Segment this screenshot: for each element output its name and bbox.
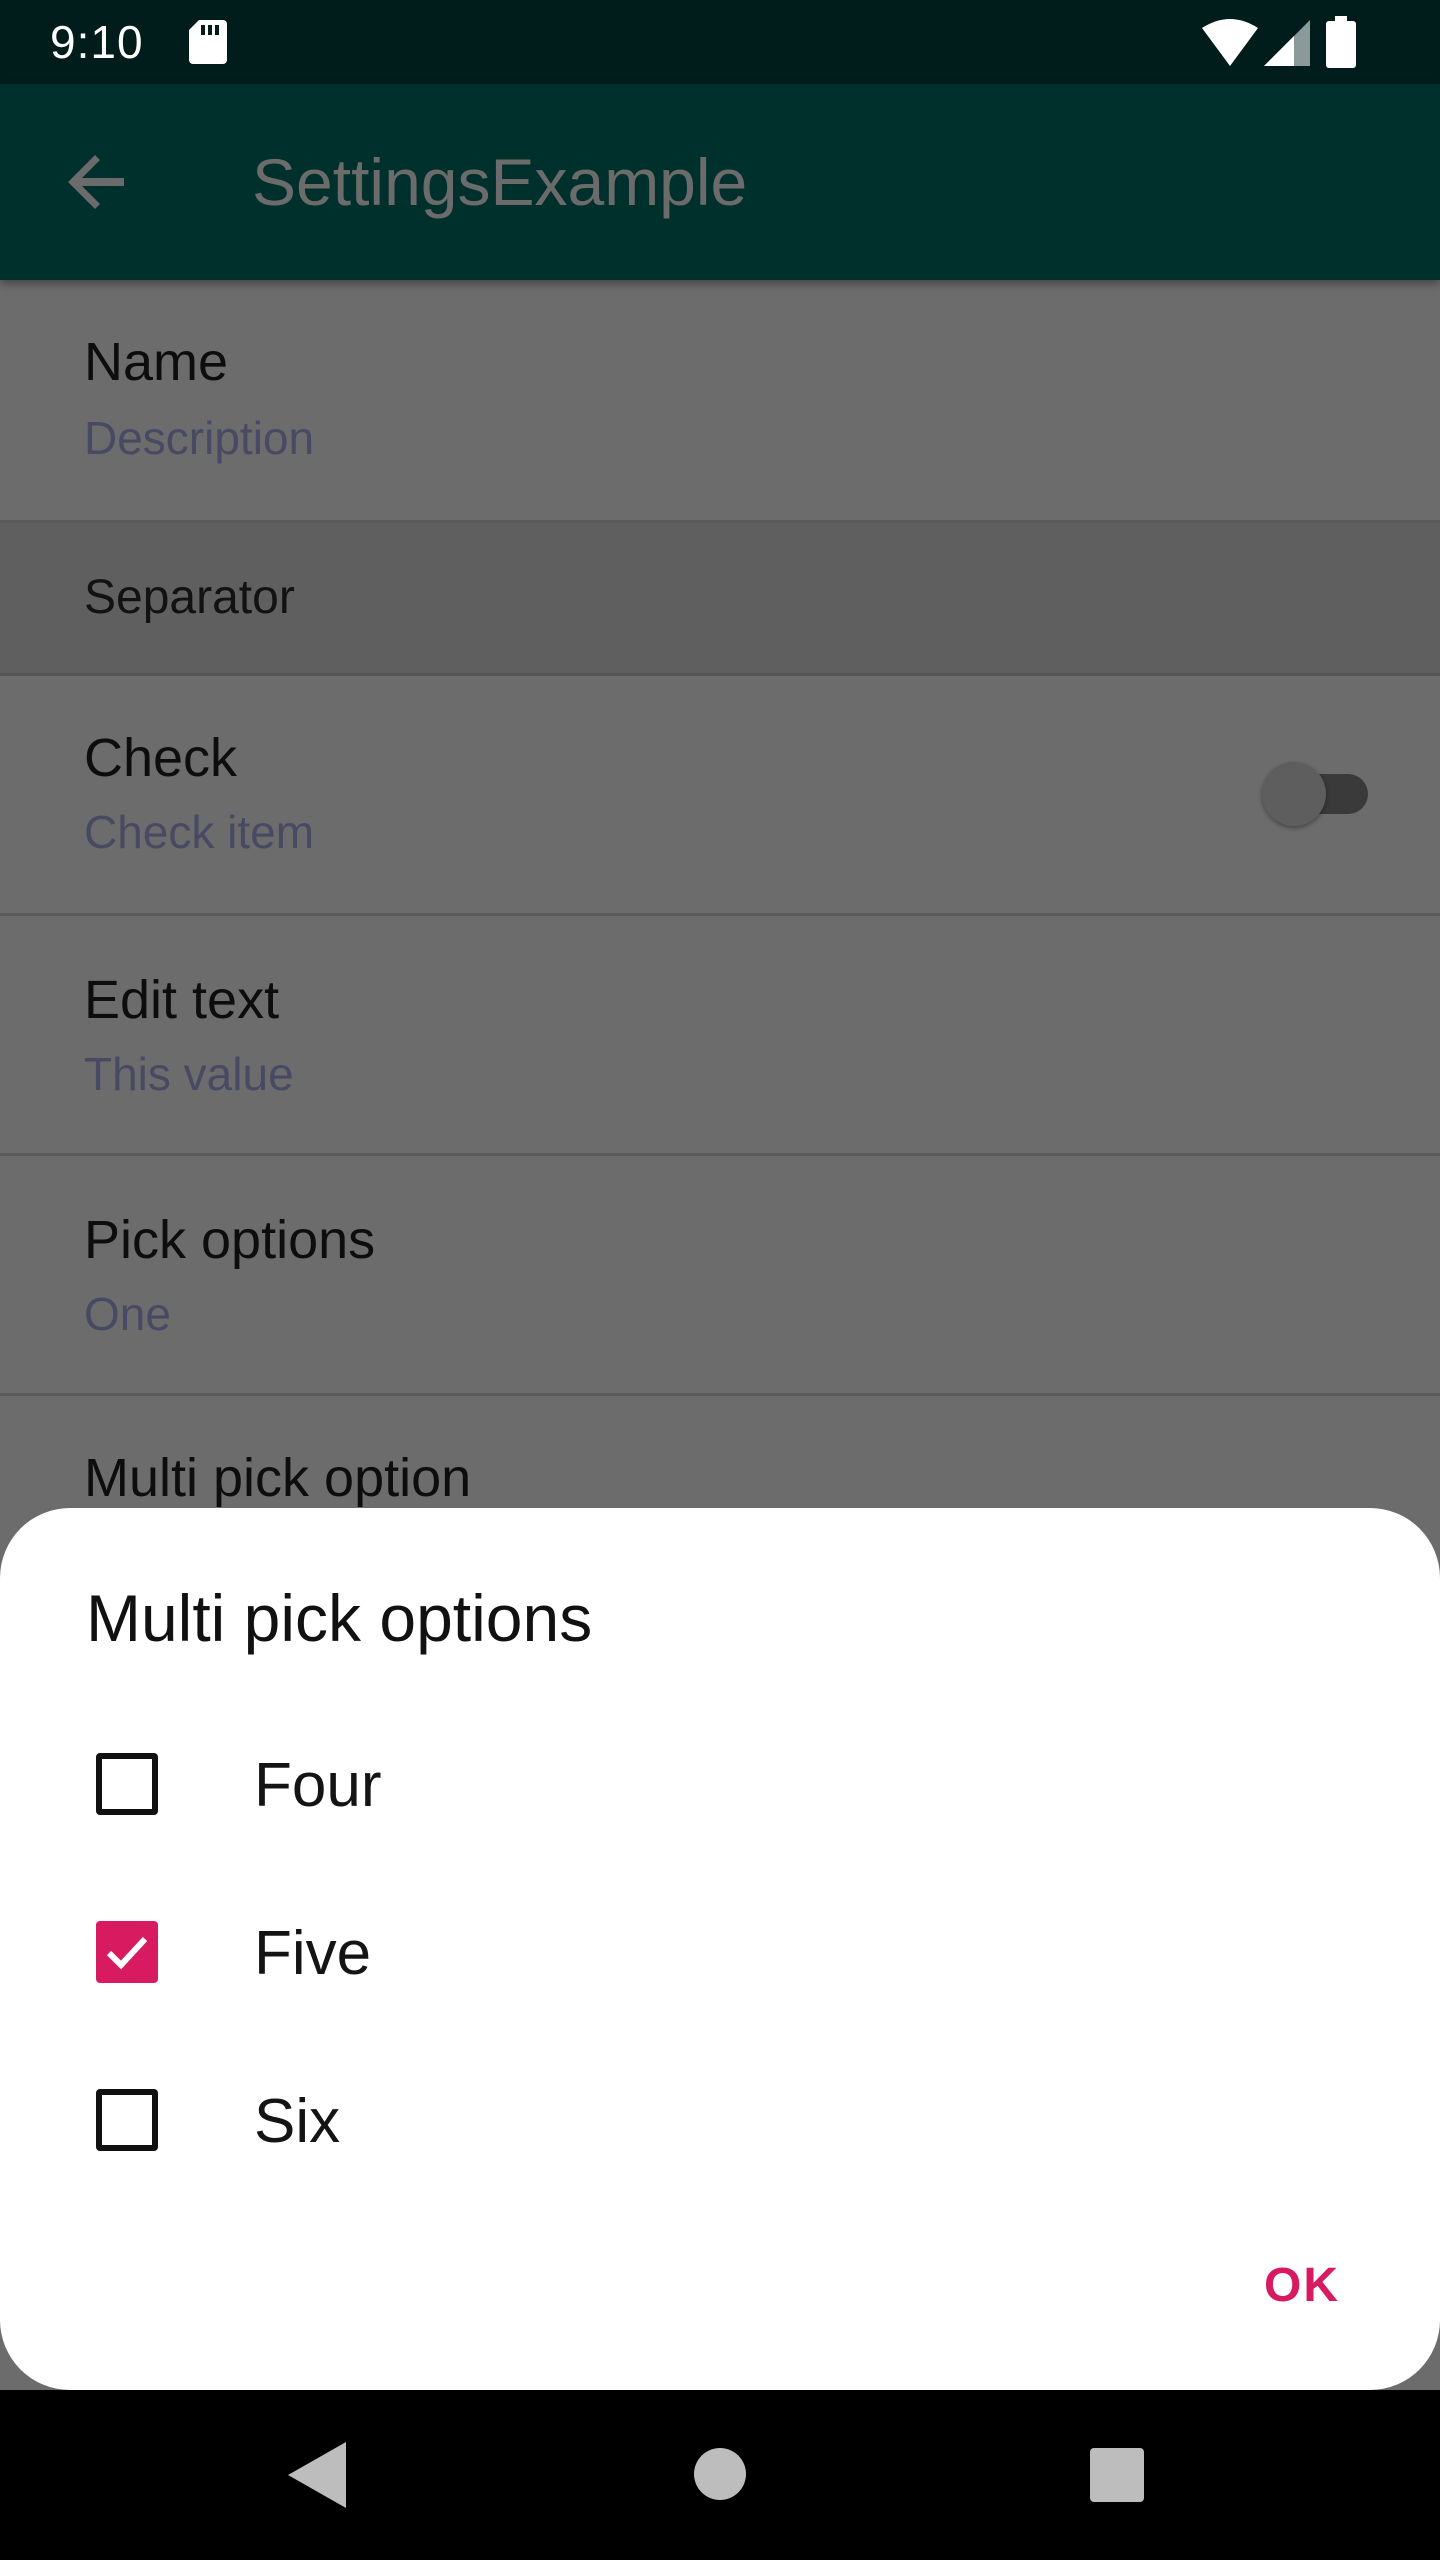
- status-icons: [1202, 16, 1392, 68]
- status-bar: 9:10: [0, 0, 1440, 84]
- navigation-bar: [0, 2390, 1440, 2560]
- pref-edit-text[interactable]: Edit text This value: [0, 916, 1440, 1156]
- pref-check-summary: Check item: [84, 806, 315, 858]
- pref-pick-options-summary: One: [84, 1288, 171, 1340]
- arrow-back-icon[interactable]: [64, 148, 132, 216]
- checkbox-six[interactable]: [96, 2089, 158, 2151]
- battery-icon: [1326, 16, 1356, 68]
- pref-edit-text-summary: This value: [84, 1048, 294, 1100]
- pref-pick-options[interactable]: Pick options One: [0, 1156, 1440, 1396]
- checkbox-five[interactable]: [96, 1921, 158, 1983]
- sd-card-icon: [189, 20, 227, 64]
- multi-pick-dialog: Multi pick options Four Five Six OK: [0, 1508, 1440, 2390]
- option-label: Five: [254, 1919, 372, 1988]
- wifi-icon: [1202, 19, 1258, 66]
- pref-pick-options-title: Pick options: [84, 1210, 376, 1270]
- option-five[interactable]: Five: [0, 1868, 1440, 2036]
- pref-name[interactable]: Name Description: [0, 280, 1440, 523]
- nav-back-icon[interactable]: [288, 2442, 346, 2508]
- pref-multi-pick-title: Multi pick option: [84, 1448, 472, 1508]
- pref-edit-text-title: Edit text: [84, 970, 280, 1030]
- dialog-title: Multi pick options: [86, 1581, 593, 1655]
- pref-check-title: Check: [84, 728, 238, 788]
- option-label: Six: [254, 2087, 341, 2156]
- separator-category: Separator: [0, 523, 1440, 676]
- pref-name-summary: Description: [84, 412, 315, 464]
- switch-thumb: [1262, 762, 1326, 826]
- pref-check[interactable]: Check Check item: [0, 676, 1440, 916]
- nav-recents-icon[interactable]: [1090, 2448, 1144, 2502]
- app-title: SettingsExample: [252, 145, 748, 219]
- option-four[interactable]: Four: [0, 1700, 1440, 1868]
- option-label: Four: [254, 1751, 382, 1820]
- app-bar: SettingsExample: [0, 84, 1440, 280]
- option-six[interactable]: Six: [0, 2036, 1440, 2204]
- checkbox-four[interactable]: [96, 1753, 158, 1815]
- check-switch[interactable]: [1262, 762, 1374, 826]
- separator-label: Separator: [84, 571, 295, 624]
- pref-name-title: Name: [84, 332, 229, 392]
- ok-button[interactable]: OK: [1264, 2256, 1340, 2316]
- status-time: 9:10: [50, 16, 144, 68]
- nav-home-icon[interactable]: [694, 2448, 746, 2500]
- check-icon: [106, 1936, 148, 1970]
- signal-icon: [1264, 20, 1310, 66]
